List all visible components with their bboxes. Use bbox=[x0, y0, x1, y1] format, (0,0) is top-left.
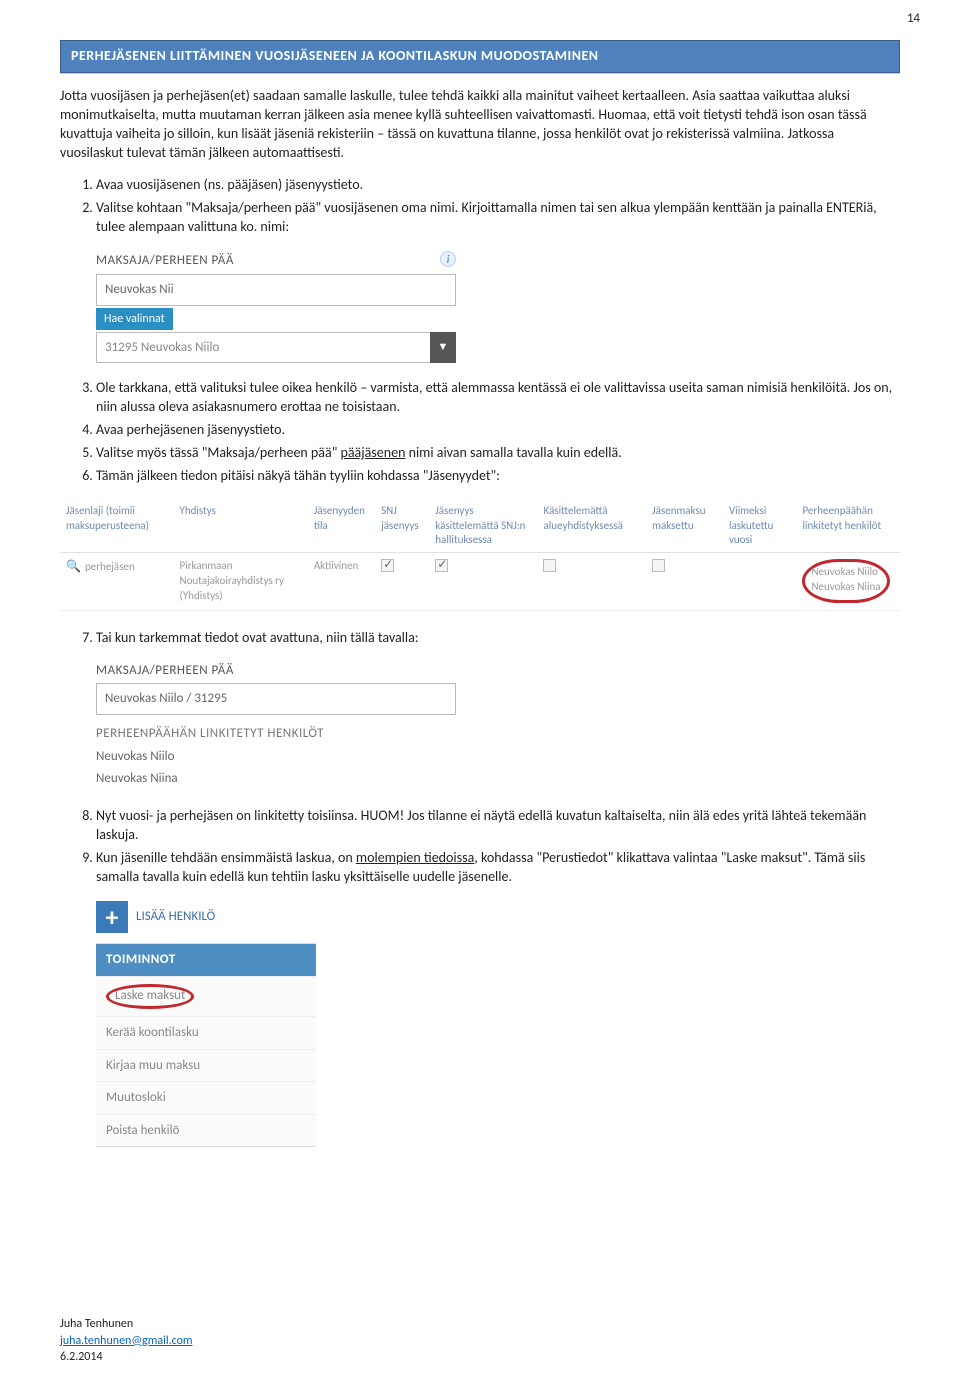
step-9-text-a: Kun jäsenille tehdään ensimmäistä laskua… bbox=[96, 849, 356, 866]
step-7: Tai kun tarkemmat tiedot ovat avattuna, … bbox=[96, 629, 900, 648]
cell-yhdistys: Pirkanmaan Noutajakoirayhdistys ry (Yhdi… bbox=[173, 553, 307, 611]
footer-name: Juha Tenhunen bbox=[60, 1316, 193, 1332]
checkbox-snj bbox=[381, 559, 394, 572]
screenshot-toiminnot-panel: + LISÄÄ HENKILÖ TOIMINNOT Laske maksut K… bbox=[96, 901, 316, 1147]
maksaja-select[interactable]: 31295 Neuvokas Niilo bbox=[96, 332, 456, 364]
linkitetyt-label: PERHEENPÄÄHÄN LINKITETYT HENKILÖT bbox=[96, 725, 456, 743]
cell-linked-1: Neuvokas Niilo bbox=[811, 565, 877, 578]
step-2: Valitse kohtaan "Maksaja/perheen pää" vu… bbox=[96, 199, 900, 237]
th-laskutettu: Viimeksi laskutettu vuosi bbox=[723, 500, 797, 553]
page-footer: Juha Tenhunen juha.tenhunen@gmail.com 6.… bbox=[60, 1316, 193, 1365]
step-4: Avaa perhejäsenen jäsenyystieto. bbox=[96, 421, 900, 440]
screenshot-linked-persons: MAKSAJA/PERHEEN PÄÄ Neuvokas Niilo / 312… bbox=[96, 662, 456, 790]
maksaja-value[interactable]: Neuvokas Niilo / 31295 bbox=[96, 683, 456, 715]
action-poista-henkilo[interactable]: Poista henkilö bbox=[96, 1114, 316, 1147]
step-list-1: Avaa vuosijäsenen (ns. pääjäsen) jäsenyy… bbox=[60, 176, 900, 237]
laske-maksut-label: Laske maksut bbox=[115, 988, 185, 1003]
action-muutosloki[interactable]: Muutosloki bbox=[96, 1081, 316, 1114]
th-maksettu: Jäsenmaksu maksettu bbox=[646, 500, 723, 553]
linked-person-2: Neuvokas Niina bbox=[96, 768, 456, 790]
maksaja-label-2: MAKSAJA/PERHEEN PÄÄ bbox=[96, 662, 456, 680]
maksaja-text-input[interactable]: Neuvokas Nii bbox=[96, 274, 456, 306]
screenshot-membership-table: Jäsenlaji (toimii maksuperusteena) Yhdis… bbox=[60, 500, 900, 611]
add-person-label: LISÄÄ HENKILÖ bbox=[136, 908, 215, 926]
page-number: 14 bbox=[907, 10, 920, 28]
search-icon[interactable]: 🔍 bbox=[66, 560, 81, 574]
table-row[interactable]: 🔍 perhejäsen Pirkanmaan Noutajakoirayhdis… bbox=[60, 553, 900, 611]
step-5-underline: pääjäsenen bbox=[340, 444, 405, 461]
step-6: Tämän jälkeen tiedon pitäisi näkyä tähän… bbox=[96, 467, 900, 486]
action-laske-maksut[interactable]: Laske maksut bbox=[96, 976, 316, 1017]
th-tila: Jäsenyyden tila bbox=[308, 500, 375, 553]
red-circle-annotation: Neuvokas Niilo Neuvokas Niina bbox=[802, 559, 889, 603]
step-3: Ole tarkkana, että valituksi tulee oikea… bbox=[96, 379, 900, 417]
add-person-button[interactable]: + LISÄÄ HENKILÖ bbox=[96, 901, 316, 933]
th-kasittelematta-alue: Käsittelemättä alueyhdistyksessä bbox=[537, 500, 646, 553]
step-5-text-a: Valitse myös tässä "Maksaja/perheen pää" bbox=[96, 444, 340, 461]
th-kasittelematta-snj: Jäsenyys käsittelemättä SNJ:n hallitukse… bbox=[429, 500, 537, 553]
step-5: Valitse myös tässä "Maksaja/perheen pää"… bbox=[96, 444, 900, 463]
step-5-text-b: nimi aivan samalla tavalla kuin edellä. bbox=[405, 444, 621, 461]
chevron-down-icon[interactable]: ▼ bbox=[430, 332, 456, 364]
step-list-3: Tai kun tarkemmat tiedot ovat avattuna, … bbox=[60, 629, 900, 648]
section-title-bar: PERHEJÄSENEN LIITTÄMINEN VUOSIJÄSENEEN J… bbox=[60, 40, 900, 73]
maksaja-label: MAKSAJA/PERHEEN PÄÄ bbox=[96, 253, 234, 268]
footer-date: 6.2.2014 bbox=[60, 1349, 193, 1365]
action-keraa-koontilasku[interactable]: Kerää koontilasku bbox=[96, 1016, 316, 1049]
step-9: Kun jäsenille tehdään ensimmäistä laskua… bbox=[96, 849, 900, 887]
toiminnot-header: TOIMINNOT bbox=[96, 944, 316, 976]
cell-jasenlaji: perhejäsen bbox=[85, 560, 135, 573]
screenshot-maksaja-field: MAKSAJA/PERHEEN PÄÄ i Neuvokas Nii Hae v… bbox=[96, 251, 456, 363]
cell-tila: Aktiivinen bbox=[308, 553, 375, 611]
step-9-underline: molempien tiedoissa bbox=[356, 849, 474, 866]
linked-person-1: Neuvokas Niilo bbox=[96, 746, 456, 768]
step-list-4: Nyt vuosi- ja perhejäsen on linkitetty t… bbox=[60, 807, 900, 887]
plus-icon: + bbox=[96, 901, 128, 933]
cell-linked-2: Neuvokas Niina bbox=[811, 580, 880, 593]
step-1: Avaa vuosijäsenen (ns. pääjäsen) jäsenyy… bbox=[96, 176, 900, 195]
th-yhdistys: Yhdistys bbox=[173, 500, 307, 553]
step-8: Nyt vuosi- ja perhejäsen on linkitetty t… bbox=[96, 807, 900, 845]
th-jasenlaji: Jäsenlaji (toimii maksuperusteena) bbox=[60, 500, 173, 553]
intro-paragraph: Jotta vuosijäsen ja perhejäsen(et) saada… bbox=[60, 87, 900, 163]
checkbox-alue bbox=[543, 559, 556, 572]
hae-valinnat-button[interactable]: Hae valinnat bbox=[96, 308, 173, 330]
cell-laskutettu bbox=[723, 553, 797, 611]
checkbox-maksettu bbox=[652, 559, 665, 572]
th-snj: SNJ jäsenyys bbox=[375, 500, 429, 553]
checkbox-snj-hallitus bbox=[435, 559, 448, 572]
action-kirjaa-muu-maksu[interactable]: Kirjaa muu maksu bbox=[96, 1049, 316, 1082]
red-circle-annotation-2: Laske maksut bbox=[106, 984, 194, 1010]
info-icon[interactable]: i bbox=[440, 251, 456, 267]
step-list-2: Ole tarkkana, että valituksi tulee oikea… bbox=[60, 379, 900, 485]
footer-email[interactable]: juha.tenhunen@gmail.com bbox=[60, 1334, 193, 1348]
th-linkitetyt: Perheenpäähän linkitetyt henkilöt bbox=[796, 500, 900, 553]
